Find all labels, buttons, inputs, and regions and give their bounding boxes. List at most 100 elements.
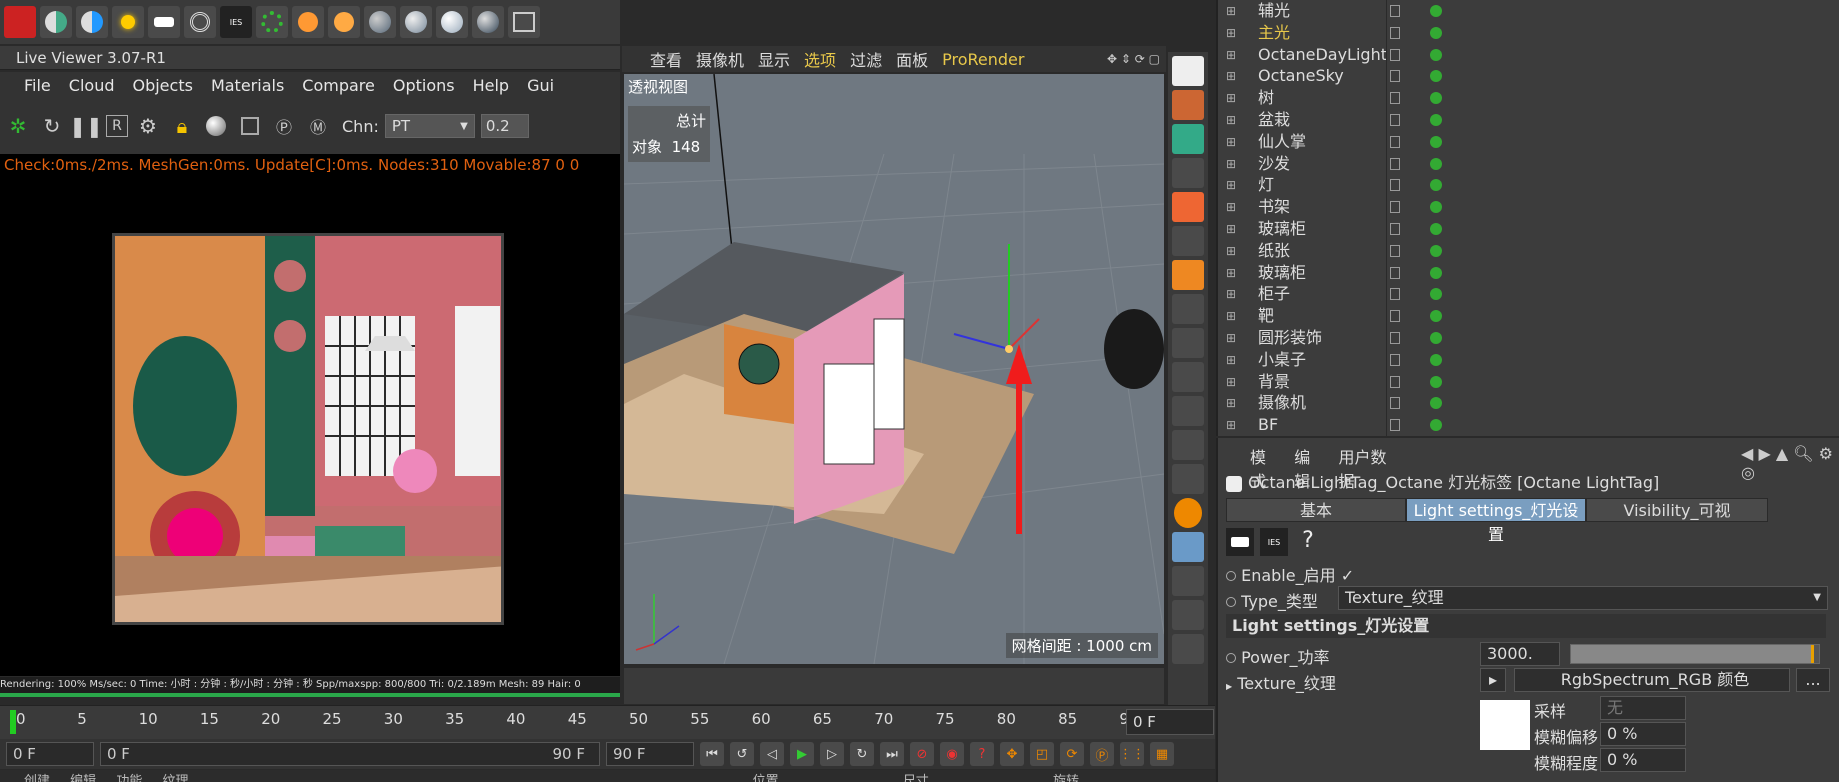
object-manager-divider[interactable] [1386,0,1387,436]
sphere-icon[interactable] [364,6,396,38]
end-frame-field[interactable]: 90 F [606,742,694,766]
start-frame-field[interactable]: 0 F [6,742,94,766]
texture-value[interactable]: RgbSpectrum_RGB 颜色 [1514,668,1790,692]
grid-tool-icon[interactable] [1172,328,1204,358]
ies-light-icon[interactable]: IES [1260,528,1288,556]
expand-icon[interactable]: ⊞ [1226,131,1236,153]
expand-icon[interactable]: ⊞ [1226,87,1236,109]
cube-tool-icon[interactable] [1172,294,1204,324]
visibility-flags[interactable] [1390,135,1400,148]
visibility-flags[interactable] [1390,375,1400,388]
octane-logo-icon[interactable]: ✲ [4,112,32,140]
layout-icon[interactable] [508,6,540,38]
power-slider[interactable] [1570,644,1820,664]
tag-icon[interactable] [1430,48,1442,61]
record-icon[interactable]: ⊘ [910,742,934,766]
focus-picker-icon[interactable] [236,112,264,140]
blur-offset-field[interactable]: 0 % [1600,722,1686,746]
object-row[interactable]: ⊞ OctaneDayLight [1218,44,1839,66]
texture-more-button[interactable]: ... [1796,668,1830,692]
expand-icon[interactable]: ⊞ [1226,22,1236,44]
menu-gui[interactable]: Gui [527,76,554,95]
visibility-flags[interactable] [1390,288,1400,301]
visibility-flags[interactable] [1390,26,1400,39]
go-start-icon[interactable]: ⏮ [700,742,724,766]
vp-menu-view[interactable]: 查看 [650,47,682,71]
target-light-icon[interactable] [184,6,216,38]
object-row[interactable]: ⊞ 靶 [1218,305,1839,327]
type-select[interactable]: Texture_纹理 ▼ [1338,586,1828,610]
s-dark-icon[interactable] [1172,532,1204,562]
expand-icon[interactable]: ⊞ [1226,174,1236,196]
knife-tool-icon[interactable] [1172,226,1204,256]
tag-icon[interactable] [1430,26,1442,39]
visibility-flags[interactable] [1390,5,1400,17]
paint-tool-icon[interactable] [1172,260,1204,290]
next-frame-icon[interactable]: ▷ [820,742,844,766]
expand-icon[interactable]: ⊞ [1226,392,1236,414]
vp-menu-display[interactable]: 显示 [758,47,790,71]
expand-arrow-icon[interactable]: ▶ [1226,682,1232,691]
visibility-flags[interactable] [1390,266,1400,279]
tag-icon[interactable] [1430,266,1442,279]
param-key-icon[interactable]: Ⓟ [1090,742,1114,766]
tag-icon[interactable] [1430,92,1442,105]
object-row[interactable]: ⊞ 灯 [1218,174,1839,196]
channel-number-field[interactable]: 0.2 [480,114,529,138]
orange-cube-icon[interactable] [1172,192,1204,222]
tag-icon[interactable] [1430,223,1442,235]
tab-light-settings[interactable]: Light settings_灯光设置 [1406,498,1586,544]
edit-tool-icon[interactable] [1172,56,1204,86]
tag-icon[interactable] [1430,397,1442,410]
visibility-flags[interactable] [1390,332,1400,344]
region-render-icon[interactable]: R [106,115,128,137]
panel-size[interactable]: 尺寸 [903,774,929,782]
expand-icon[interactable]: ⊞ [1226,65,1236,87]
box-tool-icon[interactable] [1172,566,1204,596]
tree-orange-icon[interactable] [292,6,324,38]
radio-icon[interactable] [1226,571,1236,581]
object-row[interactable]: ⊞ 摄像机 [1218,392,1839,414]
expand-icon[interactable]: ⊞ [1226,109,1236,131]
current-frame-field[interactable]: 0 F [1126,709,1214,735]
tag-icon[interactable] [1430,201,1442,214]
vp-menu-filter[interactable]: 过滤 [850,47,882,71]
snap-tool-icon[interactable] [1172,124,1204,154]
expand-icon[interactable]: ⊞ [1226,196,1236,218]
pin-p-icon[interactable]: Ⓟ [270,112,298,140]
blur-degree-field[interactable]: 0 % [1600,748,1686,772]
object-row[interactable]: ⊞ 盆栽 [1218,109,1839,131]
area-light-icon[interactable] [148,6,180,38]
visibility-flags[interactable] [1390,92,1400,105]
sample-select[interactable]: 无 [1600,696,1686,720]
expand-icon[interactable]: ⊞ [1226,327,1236,349]
visibility-flags[interactable] [1390,201,1400,214]
color-swatch[interactable] [1480,700,1530,750]
texture-link-button[interactable]: ▸ [1480,668,1506,692]
scale-key-icon[interactable]: ◰ [1030,742,1054,766]
tag-icon[interactable] [1430,5,1442,17]
timeline-ruler[interactable]: 051015202530354045505560657075808590 [0,705,1215,739]
tag-icon[interactable] [1430,353,1442,366]
white-sphere-icon[interactable] [436,6,468,38]
help-icon[interactable]: ? [1294,528,1322,556]
visibility-flags[interactable] [1390,223,1400,235]
expand-icon[interactable]: ⊞ [1226,371,1236,393]
object-row[interactable]: ⊞ 柜子 [1218,283,1839,305]
stack-tool-icon[interactable] [1172,430,1204,460]
object-row[interactable]: ⊞ 圆形装饰 [1218,327,1839,349]
radio-icon[interactable] [1226,653,1236,663]
visibility-flags[interactable] [1390,70,1400,83]
panel-position[interactable]: 位置 [753,774,779,782]
visibility-flags[interactable] [1390,244,1400,257]
tag-icon[interactable] [1430,288,1442,301]
tag-icon[interactable] [1430,70,1442,83]
viewport-nav-icons[interactable]: ✥ ⇕ ⟳ ▢ [1107,52,1166,66]
object-row[interactable]: ⊞ 辅光 [1218,0,1839,22]
menu-compare[interactable]: Compare [302,76,375,95]
tag-icon[interactable] [1430,157,1442,170]
s-orange-icon[interactable] [1174,498,1202,528]
visibility-flags[interactable] [1390,179,1400,192]
panel-rotation[interactable]: 旋转 [1053,774,1079,782]
blue-half-circle-icon[interactable] [76,6,108,38]
